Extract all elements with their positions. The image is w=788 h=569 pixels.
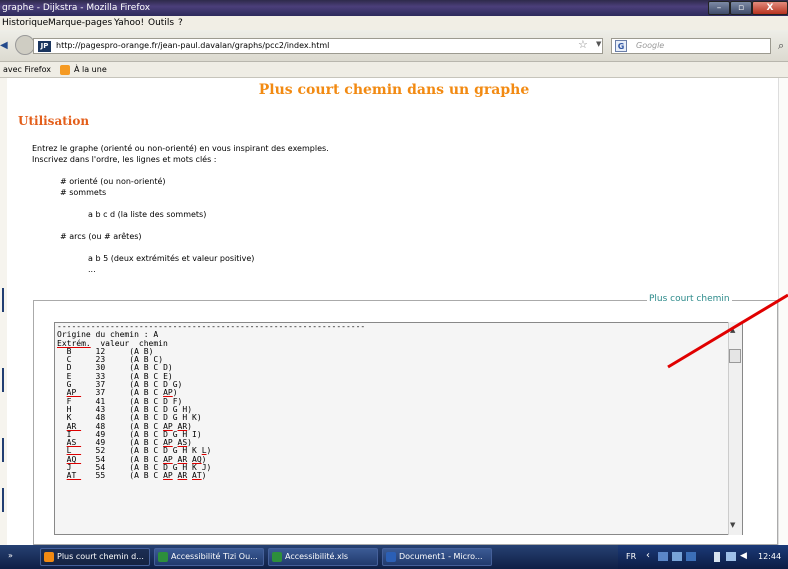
- maximize-button[interactable]: ▫: [730, 1, 752, 15]
- url-bar[interactable]: JP http://pagespro-orange.fr/jean-paul.d…: [33, 38, 603, 54]
- url-text[interactable]: http://pagespro-orange.fr/jean-paul.dava…: [56, 39, 329, 53]
- result-row: AT 55 (A B C AP AR AT): [66, 471, 207, 481]
- menu-history[interactable]: Historique: [2, 18, 48, 28]
- close-button[interactable]: X: [752, 1, 788, 15]
- firefox-icon: [44, 552, 54, 562]
- battery-icon[interactable]: [714, 552, 720, 562]
- keyword-arcs: # arcs (ou # arêtes): [60, 232, 142, 241]
- example-vertices: a b c d (la liste des sommets): [88, 210, 207, 219]
- search-input[interactable]: G Google: [611, 38, 771, 54]
- quicklaunch-chevron-icon[interactable]: »: [8, 551, 13, 560]
- search-placeholder: Google: [636, 41, 665, 50]
- ellipsis: ...: [88, 265, 96, 274]
- back-arrow-icon[interactable]: ◀: [0, 40, 8, 51]
- result-text: ----------------------------------------…: [57, 322, 366, 481]
- search-icon[interactable]: ⌕: [778, 39, 784, 53]
- language-indicator[interactable]: FR: [626, 552, 636, 561]
- excel-icon: [158, 552, 168, 562]
- word-icon: [386, 552, 396, 562]
- bookmark-firefox[interactable]: avec Firefox: [3, 65, 51, 74]
- task-accessibilite-xls[interactable]: Accessibilité.xls: [268, 548, 378, 566]
- minimize-button[interactable]: –: [708, 1, 730, 15]
- display-icon[interactable]: [726, 552, 736, 561]
- window-title-bar: graphe - Dijkstra - Mozilla Firefox – ▫ …: [0, 0, 788, 16]
- task-firefox[interactable]: Plus court chemin d...: [40, 548, 150, 566]
- volume-icon[interactable]: ◀: [740, 551, 747, 561]
- scroll-up-icon[interactable]: ▲: [730, 326, 735, 334]
- left-sidebar-strip: [0, 78, 7, 545]
- section-heading: Utilisation: [18, 114, 90, 128]
- navigation-toolbar: ◀ JP http://pagespro-orange.fr/jean-paul…: [0, 30, 788, 62]
- keyword-vertices: # sommets: [60, 188, 107, 197]
- bookmark-star-icon[interactable]: ☆: [578, 38, 588, 51]
- page-scrollbar[interactable]: [778, 78, 788, 545]
- bookmarks-toolbar: avec Firefox À la une: [0, 62, 788, 78]
- menu-help[interactable]: ?: [178, 18, 183, 28]
- menu-bar: Historique Marque-pages Yahoo! Outils ?: [0, 16, 788, 30]
- back-button[interactable]: [15, 35, 35, 55]
- window-controls: – ▫ X: [708, 0, 788, 16]
- menu-tools[interactable]: Outils: [148, 18, 174, 28]
- intro-line-1: Entrez le graphe (orienté ou non-orienté…: [32, 144, 329, 153]
- window-title: graphe - Dijkstra - Mozilla Firefox: [2, 3, 151, 13]
- page-title: Plus court chemin dans un graphe: [258, 82, 530, 98]
- google-logo-icon[interactable]: G: [615, 40, 627, 52]
- system-tray: FR ‹ ◀ 12:44: [618, 545, 788, 569]
- intro-line-2: Inscrivez dans l'ordre, les lignes et mo…: [32, 155, 217, 164]
- result-legend: Plus court chemin: [647, 294, 732, 304]
- menu-bookmarks[interactable]: Marque-pages: [48, 18, 112, 28]
- url-dropdown-icon[interactable]: ▼: [596, 40, 601, 48]
- tray-app-icon[interactable]: [686, 552, 696, 561]
- tray-chevron-icon[interactable]: ‹: [646, 550, 650, 561]
- example-arc: a b 5 (deux extrémités et valeur positiv…: [88, 254, 255, 263]
- scroll-down-icon[interactable]: ▼: [730, 521, 735, 529]
- keyword-oriented: # orienté (ou non-orienté): [60, 177, 166, 186]
- menu-yahoo[interactable]: Yahoo!: [114, 18, 144, 28]
- clock[interactable]: 12:44: [758, 552, 781, 561]
- site-favicon-icon: JP: [38, 41, 51, 52]
- task-accessibilite-tizi[interactable]: Accessibilité Tizi Ou...: [154, 548, 264, 566]
- taskbar: » Plus court chemin d... Accessibilité T…: [0, 545, 788, 569]
- task-document1[interactable]: Document1 - Micro...: [382, 548, 492, 566]
- rss-feed-icon: [60, 65, 70, 75]
- tray-app-icon[interactable]: [672, 552, 682, 561]
- result-textarea[interactable]: ----------------------------------------…: [54, 322, 743, 535]
- scroll-thumb[interactable]: [729, 349, 741, 363]
- network-icon[interactable]: [658, 552, 668, 561]
- excel-icon: [272, 552, 282, 562]
- bookmark-la-une[interactable]: À la une: [74, 65, 107, 74]
